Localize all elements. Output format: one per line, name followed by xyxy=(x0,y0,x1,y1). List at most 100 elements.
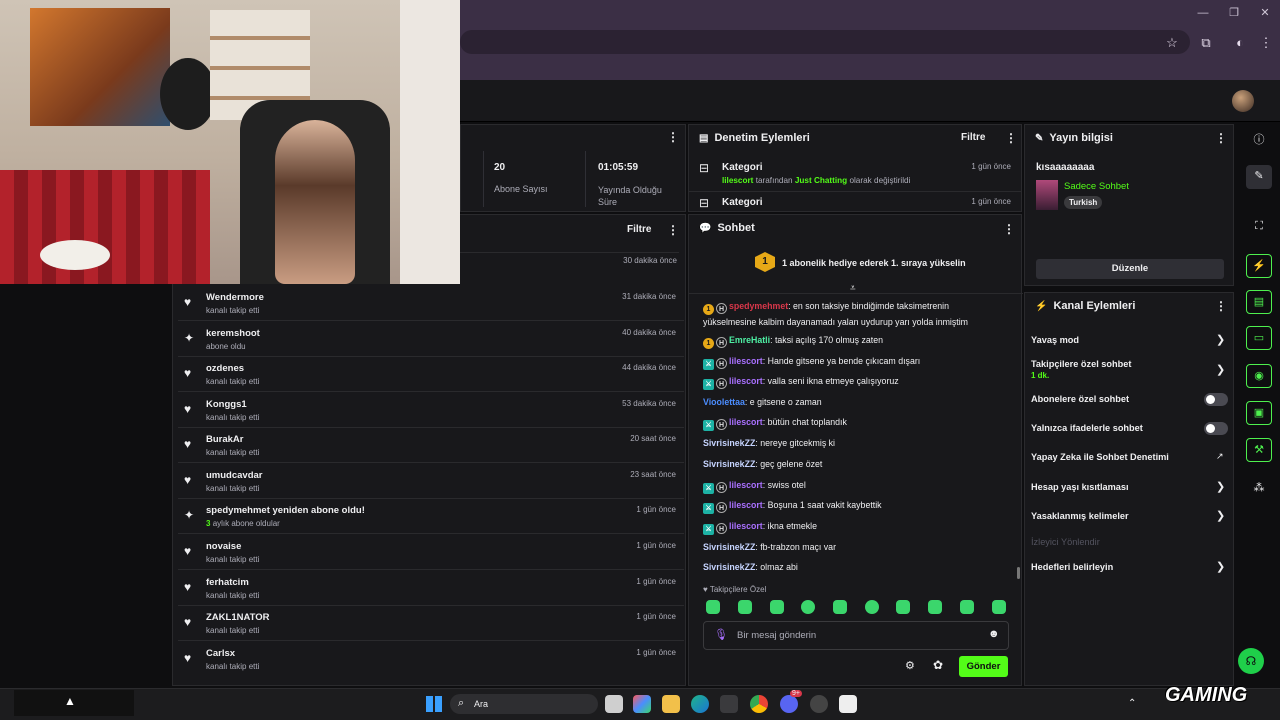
broadcast-icon[interactable]: ◉ xyxy=(1246,364,1272,388)
feed-row[interactable]: ✦ spedymehmet yeniden abone oldu! 3 aylı… xyxy=(178,499,684,534)
chat-scrollbar[interactable] xyxy=(1017,567,1020,579)
chat-username[interactable]: lilescort xyxy=(729,356,763,366)
mod-action-user[interactable]: lilescort xyxy=(722,176,753,185)
chat-message[interactable]: SivrisinekZZ: nereye gitcekmiş ki xyxy=(703,436,1003,450)
close-icon[interactable]: ✕ xyxy=(1258,6,1272,20)
extensions-icon[interactable]: ⧉ xyxy=(1197,34,1215,52)
emote-picker-icon[interactable]: ✿ xyxy=(933,658,943,672)
chat-username[interactable]: SivrisinekZZ xyxy=(703,542,755,552)
windows-start-icon[interactable] xyxy=(426,696,442,712)
feed-row[interactable]: ♥ Carlsx kanalı takip etti 1 gün önce xyxy=(178,642,684,677)
emote-icon[interactable] xyxy=(928,600,942,614)
emote-icon[interactable] xyxy=(738,600,752,614)
chat-message[interactable]: SivrisinekZZ: geç gelene özet xyxy=(703,457,1003,471)
language-tag[interactable]: Turkish xyxy=(1064,196,1103,209)
banned-words-setting[interactable]: Yasaklanmış kelimeler xyxy=(1031,511,1231,521)
chevron-right-icon[interactable]: ❯ xyxy=(1216,480,1225,493)
external-link-icon[interactable]: ↗ xyxy=(1216,451,1224,462)
chevron-up-icon[interactable]: ⌃ xyxy=(1128,698,1136,709)
microphone-icon[interactable]: 🎙 xyxy=(714,628,728,641)
goals-setting[interactable]: Hedefleri belirleyin xyxy=(1031,562,1231,572)
wrench-icon[interactable]: ⚒ xyxy=(1246,438,1272,462)
more-options-icon[interactable]: ⋮ xyxy=(1005,131,1017,145)
feed-row[interactable]: ♥ BurakAr kanalı takip etti 20 saat önce xyxy=(178,428,684,463)
emote-icon[interactable] xyxy=(992,600,1006,614)
chevron-right-icon[interactable]: ❯ xyxy=(1216,509,1225,522)
chat-message[interactable]: 1 Hspedymehmet: en son taksiye bindiğimde… xyxy=(703,299,1003,329)
profile-icon[interactable]: ◐ xyxy=(1231,34,1249,52)
emote-icon[interactable] xyxy=(865,600,879,614)
taskbar-search[interactable]: ⌕ Ara xyxy=(450,694,598,714)
mod-action-category[interactable]: Just Chatting xyxy=(795,176,847,185)
followers-only-setting[interactable]: Takipçilere özel sohbet xyxy=(1031,359,1231,369)
edit-pencil-icon[interactable]: ✎ xyxy=(1246,165,1272,189)
chat-message[interactable]: ⚔ Hlilescort: Boşuna 1 saat vakit kaybett… xyxy=(703,498,1003,514)
chat-username[interactable]: SivrisinekZZ xyxy=(703,459,755,469)
chat-username[interactable]: spedymehmet xyxy=(729,301,788,311)
obs-icon[interactable] xyxy=(810,695,828,713)
chat-input[interactable]: 🎙 Bir mesaj gönderin ☻ xyxy=(703,621,1009,650)
chat-message[interactable]: 1 H EmreHatli: taksi açılış 170 olmuş zate… xyxy=(703,333,1003,349)
discord-icon[interactable] xyxy=(780,695,798,713)
more-options-icon[interactable]: ⋮ xyxy=(1215,131,1227,145)
emote-icon[interactable] xyxy=(833,600,847,614)
feed-row[interactable]: ♥ ferhatcim kanalı takip etti 1 gün önce xyxy=(178,571,684,606)
chat-username[interactable]: lilescort xyxy=(729,521,763,531)
emotes-only-toggle[interactable] xyxy=(1204,422,1228,435)
activity-filter-button[interactable]: Filtre xyxy=(627,224,651,235)
store-icon[interactable] xyxy=(720,695,738,713)
subs-only-toggle[interactable] xyxy=(1204,393,1228,406)
chat-message[interactable]: ⚔ Hlilescort: bütün chat toplandık xyxy=(703,415,1003,431)
more-options-icon[interactable]: ⋮ xyxy=(667,130,679,144)
browser-menu-icon[interactable]: ⋮ xyxy=(1257,34,1275,52)
feed-row[interactable]: ♥ ZAKL1NATOR kanalı takip etti 1 gün önc… xyxy=(178,606,684,641)
emote-icon[interactable] xyxy=(896,600,910,614)
chat-username[interactable]: lilescort xyxy=(729,417,763,427)
chat-message[interactable]: ⚔ Hlilescort: swiss otel xyxy=(703,478,1003,494)
chat-message[interactable]: SivrisinekZZ: olmaz abi xyxy=(703,560,1003,574)
category-thumbnail[interactable] xyxy=(1036,180,1058,210)
gaming-app-icon[interactable] xyxy=(839,695,857,713)
user-avatar[interactable] xyxy=(1232,90,1254,112)
chevron-right-icon[interactable]: ❯ xyxy=(1216,363,1225,376)
chat-username[interactable]: SivrisinekZZ xyxy=(703,562,755,572)
chat-message[interactable]: Vioolettaa: e gitsene o zaman xyxy=(703,395,1003,409)
document-icon[interactable]: ▤ xyxy=(1246,290,1272,314)
emoji-icon[interactable]: ☻ xyxy=(988,628,1000,640)
bookmark-star-icon[interactable]: ☆ xyxy=(1163,34,1181,52)
chat-message[interactable]: ⚔ Hlilescort: valla seni ikna etmeye çalı… xyxy=(703,374,1003,390)
edge-icon[interactable] xyxy=(691,695,709,713)
chat-username[interactable]: EmreHatli xyxy=(729,335,770,345)
emote-icon[interactable] xyxy=(770,600,784,614)
copilot-icon[interactable] xyxy=(633,695,651,713)
task-view-icon[interactable] xyxy=(605,695,623,713)
lightning-icon[interactable]: ⚡ xyxy=(1246,254,1272,278)
address-bar[interactable] xyxy=(460,30,1190,54)
apps-icon[interactable]: ⁂ xyxy=(1246,477,1272,501)
feed-row[interactable]: ♥ umudcavdar kanalı takip etti 23 saat ö… xyxy=(178,464,684,499)
chat-bubble-icon[interactable]: ▭ xyxy=(1246,326,1272,350)
more-options-icon[interactable]: ⋮ xyxy=(1003,222,1015,236)
chevron-right-icon[interactable]: ❯ xyxy=(1216,560,1225,573)
account-age-setting[interactable]: Hesap yaşı kısıtlaması xyxy=(1031,482,1231,492)
clip-icon[interactable]: ⛶ xyxy=(1246,215,1272,239)
slow-mode-setting[interactable]: Yavaş mod xyxy=(1031,335,1231,345)
feed-row[interactable]: ♥ Konggs1 kanalı takip etti 53 dakika ön… xyxy=(178,393,684,428)
settings-gear-icon[interactable]: ⚙ xyxy=(905,659,915,672)
minimize-icon[interactable]: — xyxy=(1196,6,1210,20)
feed-row[interactable]: ♥ novaise kanalı takip etti 1 gün önce xyxy=(178,535,684,570)
ai-moderation-setting[interactable]: Yapay Zeka ile Sohbet Denetimi xyxy=(1031,452,1231,462)
chat-username[interactable]: Vioolettaa xyxy=(703,397,745,407)
more-options-icon[interactable]: ⋮ xyxy=(1215,299,1227,313)
edit-stream-info-button[interactable]: Düzenle xyxy=(1036,259,1224,279)
chat-username[interactable]: lilescort xyxy=(729,376,763,386)
emote-icon[interactable] xyxy=(960,600,974,614)
chat-username[interactable]: lilescort xyxy=(729,480,763,490)
emote-icon[interactable] xyxy=(801,600,815,614)
chat-message[interactable]: ⚔ Hlilescort: Hande gitsene ya bende çıkı… xyxy=(703,354,1003,370)
stream-category[interactable]: Sadece Sohbet xyxy=(1064,181,1129,192)
file-explorer-icon[interactable] xyxy=(662,695,680,713)
restore-icon[interactable]: ❐ xyxy=(1227,6,1241,20)
gift-sub-banner[interactable]: 1 abonelik hediye ederek 1. sıraya yükse… xyxy=(782,258,966,268)
mod-actions-filter-button[interactable]: Filtre xyxy=(961,132,985,143)
